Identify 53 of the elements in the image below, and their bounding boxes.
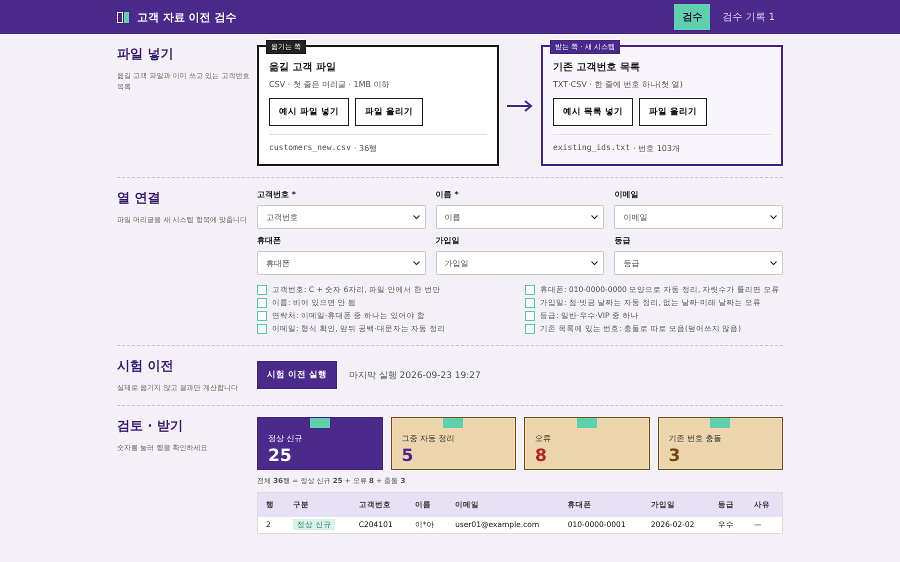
file-button[interactable]: 예시 파일 넣기 <box>269 98 349 126</box>
column-select[interactable]: 등급 <box>614 251 783 275</box>
card-hint: TXT·CSV · 한 줄에 번호 하나(첫 열) <box>553 79 684 90</box>
file-info: · 36행 <box>354 143 378 154</box>
app-title: 고객 자료 이전 검수 <box>137 10 236 24</box>
checkbox[interactable] <box>525 324 535 334</box>
nav-tab[interactable]: 검수 기록 1 <box>714 4 783 30</box>
file-name: existing_ids.txt <box>553 143 630 154</box>
section-title: 검토 · 받기 <box>117 418 184 434</box>
file-button[interactable]: 예시 목록 넣기 <box>553 98 633 126</box>
field-label: 고객번호 * <box>257 189 297 200</box>
file-button[interactable]: 파일 올리기 <box>638 98 707 126</box>
nav-tab[interactable]: 검수 <box>674 4 710 30</box>
field-label: 휴대폰 <box>257 235 282 246</box>
column-select[interactable]: 가입일 <box>436 251 604 275</box>
card-hint: CSV · 첫 줄은 머리글 · 1MB 이하 <box>269 79 391 90</box>
checkbox[interactable] <box>525 285 535 295</box>
logo-icon <box>117 12 129 22</box>
card-title: 옮길 고객 파일 <box>269 61 337 74</box>
checkbox[interactable] <box>257 285 267 295</box>
section-title: 열 연결 <box>117 190 162 207</box>
checkbox[interactable] <box>257 324 267 334</box>
section-title: 시험 이전 <box>117 358 175 375</box>
arrow-icon <box>507 100 533 112</box>
file-button[interactable]: 파일 올리기 <box>354 98 423 126</box>
chevron-icon <box>591 214 598 220</box>
stat-card[interactable]: 오류 8 <box>524 416 650 470</box>
chevron-icon <box>770 260 777 266</box>
section-title: 파일 넣기 <box>117 46 175 63</box>
column-select[interactable]: 휴대폰 <box>257 251 426 275</box>
checkbox[interactable] <box>257 311 267 321</box>
chevron-icon <box>770 214 777 220</box>
field-label: 등급 <box>614 235 632 246</box>
checkbox[interactable] <box>525 298 535 308</box>
column-select[interactable]: 이름 <box>436 205 604 229</box>
last-run-text: 마지막 실행 2026-09-23 19:27 <box>348 370 481 382</box>
column-select[interactable]: 이메일 <box>614 205 783 229</box>
field-label: 이메일 <box>614 189 640 200</box>
field-label: 가입일 <box>436 235 461 246</box>
chevron-icon <box>412 214 420 220</box>
chevron-icon <box>412 260 420 266</box>
stat-card[interactable]: 기존 번호 충돌 3 <box>658 416 783 470</box>
checkbox[interactable] <box>525 311 535 321</box>
card-title: 기존 고객번호 목록 <box>553 61 641 74</box>
stat-card[interactable]: 그중 자동 정리 5 <box>390 416 516 470</box>
checkbox[interactable] <box>257 298 267 308</box>
run-button[interactable]: 시험 이전 실행 <box>257 361 337 390</box>
file-name: customers_new.csv <box>269 143 351 154</box>
stat-card[interactable]: 정상 신규 25 <box>257 416 382 470</box>
chevron-icon <box>591 260 598 266</box>
column-select[interactable]: 고객번호 <box>257 205 426 229</box>
field-label: 이름 * <box>436 189 460 200</box>
file-info: · 번호 103개 <box>633 143 680 154</box>
